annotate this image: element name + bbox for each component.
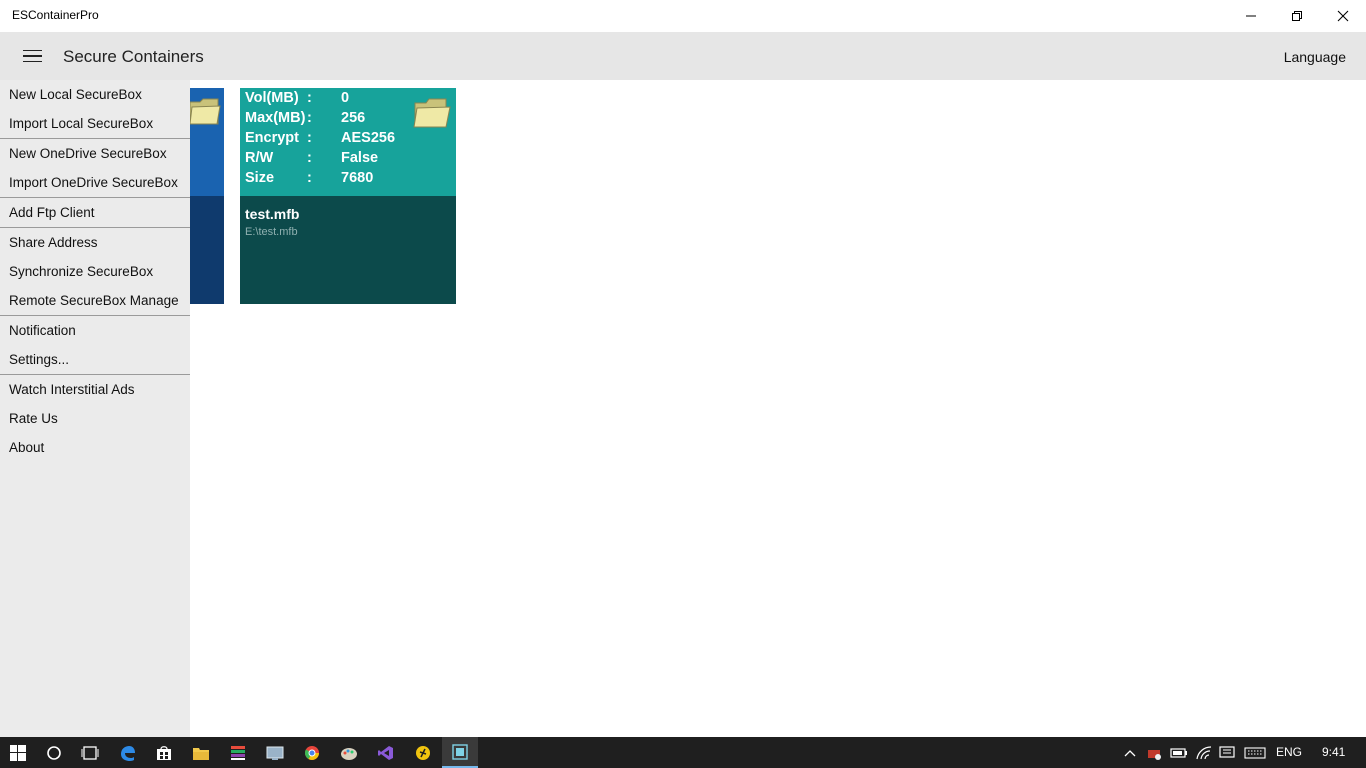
taskbar-app-visual-studio[interactable] <box>368 737 404 768</box>
action-center-button[interactable] <box>1214 737 1240 768</box>
task-view-button[interactable] <box>72 737 108 768</box>
wifi-icon <box>1196 745 1212 759</box>
info-colon: : <box>307 170 312 186</box>
taskbar-app-paint[interactable] <box>331 737 367 768</box>
chevron-up-icon <box>1124 749 1136 756</box>
page-title: Secure Containers <box>63 47 204 66</box>
battery-icon <box>1170 747 1187 758</box>
menu-item-remote-securebox-manage[interactable]: Remote SecureBox Manage <box>0 286 190 315</box>
keyboard-icon <box>1244 746 1266 759</box>
info-value: AES256 <box>341 130 396 146</box>
folder-icon <box>189 98 221 125</box>
taskbar-app-2[interactable] <box>257 737 293 768</box>
menu-item-new-onedrive-securebox[interactable]: New OneDrive SecureBox <box>0 139 190 168</box>
taskbar-app-store[interactable] <box>146 737 182 768</box>
app-icon-3 <box>416 745 430 760</box>
close-button[interactable] <box>1320 0 1366 32</box>
cortana-button[interactable] <box>36 737 72 768</box>
menu-item-rate-us[interactable]: Rate Us <box>0 404 190 433</box>
menu-item-share-address[interactable]: Share Address <box>0 228 190 257</box>
tray-app-icon <box>1148 749 1161 760</box>
side-menu: New Local SecureBox Import Local SecureB… <box>0 80 190 737</box>
info-label: Encrypt <box>245 130 299 146</box>
taskbar-app-file-explorer[interactable] <box>183 737 219 768</box>
task-view-icon <box>81 745 99 760</box>
info-label: Size <box>245 170 275 186</box>
chrome-icon <box>304 745 319 760</box>
menu-item-new-local-securebox[interactable]: New Local SecureBox <box>0 80 190 109</box>
container-file-name: test.mfb <box>245 206 300 222</box>
info-colon: : <box>307 110 312 126</box>
info-value: 0 <box>341 90 350 106</box>
info-label: Vol(MB) <box>245 90 299 106</box>
tray-app-button[interactable] <box>1142 737 1168 768</box>
paint-icon <box>341 747 357 760</box>
taskbar-clock[interactable]: 9:41 <box>1322 745 1345 759</box>
menu-item-import-onedrive-securebox[interactable]: Import OneDrive SecureBox <box>0 168 190 197</box>
container-file-path: E:\test.mfb <box>245 226 298 238</box>
menu-item-notification[interactable]: Notification <box>0 316 190 345</box>
visual-studio-icon <box>378 745 393 760</box>
touch-keyboard-button[interactable] <box>1240 737 1270 768</box>
info-value: False <box>341 150 379 166</box>
language-button[interactable]: Language <box>1284 49 1346 65</box>
minimize-icon <box>1246 15 1256 17</box>
file-explorer-icon <box>193 747 209 760</box>
restore-button[interactable] <box>1274 0 1320 32</box>
tile-name-area: test.mfb E:\test.mfb <box>240 196 456 304</box>
info-colon: : <box>307 150 312 166</box>
info-colon: : <box>307 130 312 146</box>
cortana-icon <box>47 745 61 760</box>
info-label: R/W <box>245 150 274 166</box>
menu-item-settings[interactable]: Settings... <box>0 345 190 374</box>
hamburger-icon <box>22 49 42 52</box>
battery-button[interactable] <box>1166 737 1192 768</box>
taskbar-app-edge[interactable] <box>109 737 145 768</box>
edge-icon <box>121 745 135 761</box>
folder-icon <box>413 98 451 128</box>
restore-icon <box>1292 11 1302 21</box>
menu-item-watch-interstitial-ads[interactable]: Watch Interstitial Ads <box>0 375 190 404</box>
app-icon-1 <box>231 745 245 760</box>
notification-icon <box>1219 745 1235 758</box>
start-icon <box>10 744 26 761</box>
info-label: Max(MB) <box>245 110 306 126</box>
close-icon <box>1337 10 1349 22</box>
taskbar-app-3[interactable] <box>405 737 441 768</box>
escontainerpro-icon <box>452 743 468 760</box>
taskbar-app-chrome[interactable] <box>294 737 330 768</box>
taskbar-app-escontainerpro[interactable] <box>442 737 478 768</box>
show-hidden-icons-button[interactable] <box>1116 737 1144 768</box>
start-button[interactable] <box>0 737 36 768</box>
info-value: 256 <box>341 110 366 126</box>
menu-item-synchronize-securebox[interactable]: Synchronize SecureBox <box>0 257 190 286</box>
hamburger-menu-button[interactable] <box>14 40 50 72</box>
menu-item-import-local-securebox[interactable]: Import Local SecureBox <box>0 109 190 138</box>
taskbar-app-1[interactable] <box>220 737 256 768</box>
menu-item-about[interactable]: About <box>0 433 190 462</box>
container-tile[interactable]: Vol(MB) : 0 Max(MB) : 256 Encrypt : AES2… <box>240 88 456 304</box>
menu-item-add-ftp-client[interactable]: Add Ftp Client <box>0 198 190 227</box>
info-value: 7680 <box>341 170 374 186</box>
minimize-button[interactable] <box>1228 0 1274 32</box>
app-icon-2 <box>266 746 284 760</box>
app-title: ESContainerPro <box>12 8 99 22</box>
store-icon <box>157 745 171 760</box>
title-bar: ESContainerPro <box>0 0 1366 32</box>
info-colon: : <box>307 90 312 106</box>
taskbar: ENG 9:41 <box>0 737 1366 768</box>
input-language-indicator[interactable]: ENG <box>1276 745 1302 759</box>
command-bar: Secure Containers Language <box>0 32 1366 80</box>
